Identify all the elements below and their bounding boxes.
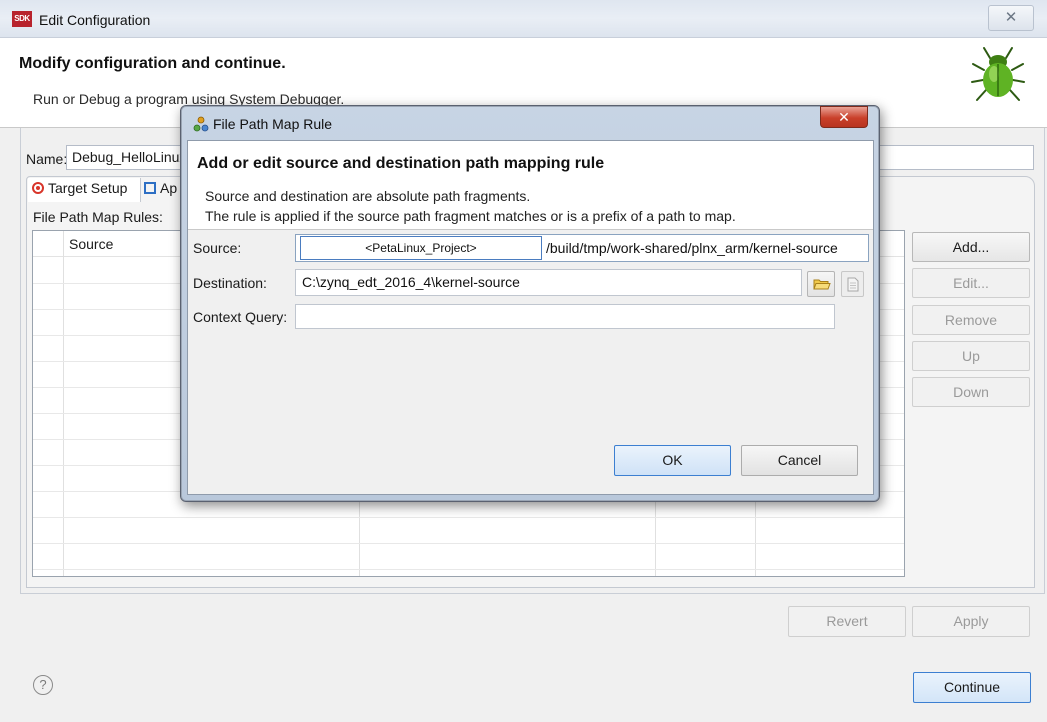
table-row (33, 569, 904, 570)
context-query-label: Context Query: (193, 309, 288, 325)
apply-button[interactable]: Apply (912, 606, 1030, 637)
target-icon (32, 182, 44, 194)
page-title: Modify configuration and continue. (19, 55, 286, 72)
dialog-close-button[interactable]: ✕ (820, 106, 868, 128)
ok-button[interactable]: OK (614, 445, 731, 476)
cancel-button[interactable]: Cancel (741, 445, 858, 476)
column-header-source[interactable]: Source (69, 236, 113, 252)
tab-target-setup[interactable]: Target Setup (28, 178, 141, 202)
source-label: Source: (193, 240, 242, 256)
destination-field[interactable]: C:\zynq_edt_2016_4\kernel-source (295, 269, 802, 296)
browse-file-button[interactable] (841, 271, 864, 297)
window-close-button[interactable]: ✕ (988, 5, 1034, 31)
continue-button[interactable]: Continue (913, 672, 1031, 703)
dialog-description: The rule is applied if the source path f… (205, 208, 736, 224)
source-path-text: /build/tmp/work-shared/plnx_arm/kernel-s… (546, 240, 838, 256)
bug-icon (971, 47, 1025, 101)
sdk-app-icon: SDK (12, 11, 32, 27)
folder-icon (813, 279, 831, 290)
application-icon (144, 182, 156, 194)
name-label: Name: (26, 151, 68, 167)
table-row (33, 543, 904, 544)
table-row (33, 517, 904, 518)
source-project-placeholder: <PetaLinux_Project> (300, 236, 542, 260)
tab-label: Target Setup (48, 180, 128, 196)
remove-button[interactable]: Remove (912, 305, 1030, 335)
dialog-header-separator (188, 229, 873, 230)
help-icon[interactable]: ? (33, 675, 53, 695)
up-button[interactable]: Up (912, 341, 1030, 371)
dialog-description: Source and destination are absolute path… (205, 188, 531, 204)
context-query-field[interactable] (295, 304, 835, 329)
down-button[interactable]: Down (912, 377, 1030, 407)
file-icon (847, 277, 859, 292)
browse-folder-button[interactable] (807, 271, 835, 297)
path-map-icon (193, 116, 209, 132)
tab-label: Ap (160, 180, 178, 196)
window-titlebar (0, 0, 1047, 38)
window-title: Edit Configuration (39, 12, 151, 28)
add-button[interactable]: Add... (912, 232, 1030, 262)
destination-label: Destination: (193, 275, 267, 291)
rules-label: File Path Map Rules: (33, 209, 163, 225)
edit-button[interactable]: Edit... (912, 268, 1030, 298)
dialog-title: File Path Map Rule (213, 116, 333, 132)
dialog-heading: Add or edit source and destination path … (197, 155, 605, 172)
revert-button[interactable]: Revert (788, 606, 906, 637)
